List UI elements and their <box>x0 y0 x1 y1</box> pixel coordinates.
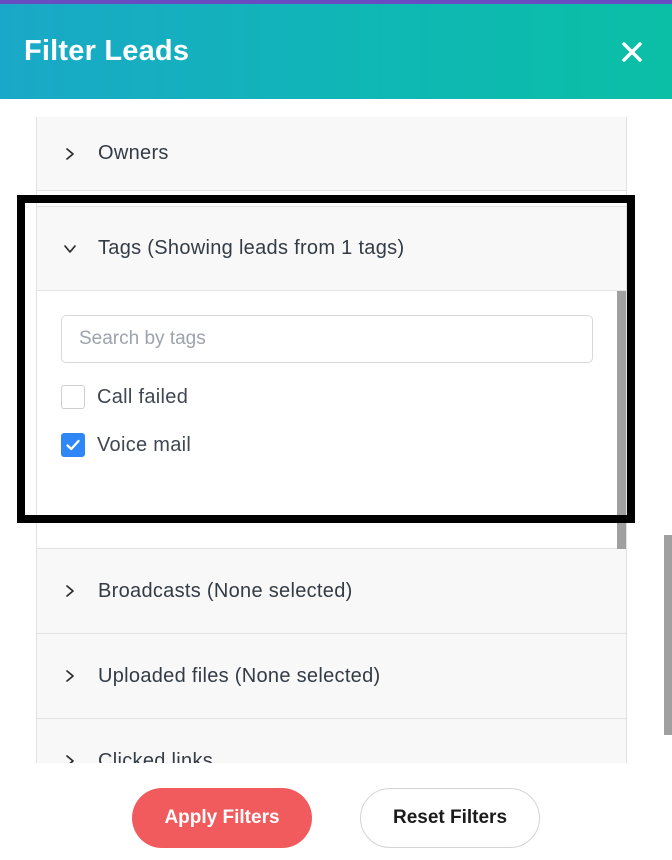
tag-option-voice-mail[interactable]: Voice mail <box>61 433 593 457</box>
section-uploaded-files-label: Uploaded files (None selected) <box>98 664 381 687</box>
close-button[interactable] <box>616 36 648 68</box>
chevron-right-icon <box>63 147 77 161</box>
section-broadcasts-label: Broadcasts (None selected) <box>98 579 353 602</box>
tag-checkbox-call-failed[interactable] <box>61 385 85 409</box>
chevron-right-icon <box>63 669 77 683</box>
tags-scrollbar[interactable] <box>617 291 626 549</box>
section-uploaded-files[interactable]: Uploaded files (None selected) <box>37 634 626 719</box>
checkmark-icon <box>66 439 80 451</box>
tag-option-label: Voice mail <box>97 433 192 456</box>
filter-panel: Owners Tags (Showing leads from 1 tags) … <box>36 117 627 763</box>
section-clicked-links-label: Clicked links <box>98 749 214 764</box>
modal-title: Filter Leads <box>24 35 190 67</box>
modal-footer: Apply Filters Reset Filters <box>0 763 672 860</box>
section-owners-label: Owners <box>98 142 169 164</box>
section-broadcasts[interactable]: Broadcasts (None selected) <box>37 549 626 634</box>
page-scrollbar[interactable] <box>664 535 672 735</box>
reset-filters-button[interactable]: Reset Filters <box>360 788 540 848</box>
modal-header: Filter Leads <box>0 4 672 99</box>
chevron-down-icon <box>63 242 77 256</box>
tags-body: Call failed Voice mail <box>37 291 626 549</box>
section-tags[interactable]: Tags (Showing leads from 1 tags) <box>37 206 626 291</box>
close-icon <box>622 41 642 62</box>
section-owners[interactable]: Owners <box>37 117 626 191</box>
tag-checkbox-voice-mail[interactable] <box>61 433 85 457</box>
tag-option-call-failed[interactable]: Call failed <box>61 385 593 409</box>
apply-filters-button[interactable]: Apply Filters <box>132 788 312 848</box>
chevron-right-icon <box>63 584 77 598</box>
section-tags-label: Tags (Showing leads from 1 tags) <box>98 237 405 259</box>
tag-option-label: Call failed <box>97 385 189 408</box>
section-clicked-links[interactable]: Clicked links <box>37 719 626 763</box>
chevron-right-icon <box>63 754 77 763</box>
tags-search-input[interactable] <box>61 315 593 363</box>
